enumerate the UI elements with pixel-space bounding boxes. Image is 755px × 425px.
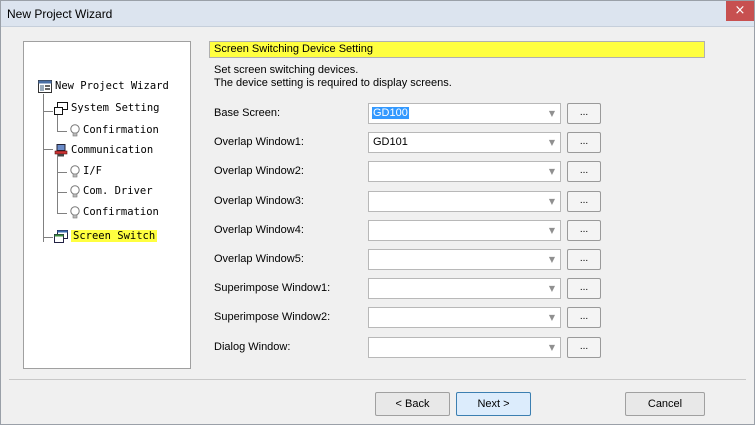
tree-label: I/F	[83, 165, 102, 177]
chevron-down-icon[interactable]: ▼	[549, 167, 555, 176]
device-combobox[interactable]: ▼	[368, 249, 561, 270]
tree-label: System Setting	[71, 102, 160, 114]
wizard-icon	[38, 80, 52, 93]
device-combobox[interactable]: GD101 ▼	[368, 132, 561, 153]
system-setting-icon	[54, 102, 68, 115]
chevron-down-icon[interactable]: ▼	[549, 255, 555, 264]
chevron-down-icon[interactable]: ▼	[549, 138, 555, 147]
combobox-value: GD101	[373, 136, 408, 148]
browse-button[interactable]: ...	[567, 220, 601, 241]
tree-label: Communication	[71, 144, 154, 156]
tree-connector	[43, 149, 53, 150]
close-button[interactable]: ×	[726, 1, 754, 21]
browse-button[interactable]: ...	[567, 249, 601, 270]
tree-connector	[57, 172, 67, 173]
lightbulb-icon	[69, 185, 83, 198]
back-button[interactable]: < Back	[375, 392, 450, 416]
field-label: Overlap Window3:	[214, 195, 304, 207]
tree-label: Screen Switch	[71, 230, 158, 242]
chevron-down-icon[interactable]: ▼	[549, 109, 555, 118]
lightbulb-icon	[69, 165, 83, 178]
tree-label: Com. Driver	[83, 185, 153, 197]
chevron-down-icon[interactable]: ▼	[549, 226, 555, 235]
browse-button[interactable]: ...	[567, 161, 601, 182]
section-description: Set screen switching devices. The device…	[214, 64, 452, 90]
browse-button[interactable]: ...	[567, 278, 601, 299]
field-label: Overlap Window1:	[214, 136, 304, 148]
description-line: Set screen switching devices.	[214, 64, 359, 76]
field-label: Overlap Window4:	[214, 224, 304, 236]
lightbulb-icon	[69, 206, 83, 219]
tree-connector	[57, 131, 67, 132]
field-label: Overlap Window5:	[214, 253, 304, 265]
tree-connector	[57, 192, 67, 193]
device-combobox[interactable]: ▼	[368, 220, 561, 241]
browse-button[interactable]: ...	[567, 103, 601, 124]
tree-label: New Project Wizard	[55, 80, 169, 92]
tree-connector	[57, 154, 58, 213]
field-label: Superimpose Window1:	[214, 282, 331, 294]
next-button[interactable]: Next >	[456, 392, 531, 416]
section-title: Screen Switching Device Setting	[209, 41, 705, 58]
tree-connector	[57, 213, 67, 214]
field-label: Overlap Window2:	[214, 165, 304, 177]
tree-label: Confirmation	[83, 124, 159, 136]
tree-connector	[43, 237, 53, 238]
field-label: Dialog Window:	[214, 341, 291, 353]
title-bar: New Project Wizard ×	[1, 1, 754, 27]
device-combobox[interactable]: ▼	[368, 161, 561, 182]
window-title: New Project Wizard	[7, 7, 113, 21]
tree-label: Confirmation	[83, 206, 159, 218]
device-combobox[interactable]: ▼	[368, 278, 561, 299]
browse-button[interactable]: ...	[567, 307, 601, 328]
communication-icon	[54, 144, 68, 157]
screen-switch-icon	[54, 230, 68, 243]
device-combobox[interactable]: ▼	[368, 191, 561, 212]
combobox-value: GD100	[372, 107, 409, 119]
lightbulb-icon	[69, 124, 83, 137]
chevron-down-icon[interactable]: ▼	[549, 197, 555, 206]
browse-button[interactable]: ...	[567, 337, 601, 358]
tree-connector	[43, 94, 44, 242]
wizard-steps-tree: New Project Wizard System Setting Confir…	[23, 41, 191, 369]
browse-button[interactable]: ...	[567, 132, 601, 153]
device-combobox[interactable]: GD100 ▼	[368, 103, 561, 124]
device-combobox[interactable]: ▼	[368, 307, 561, 328]
chevron-down-icon[interactable]: ▼	[549, 313, 555, 322]
browse-button[interactable]: ...	[567, 191, 601, 212]
chevron-down-icon[interactable]: ▼	[549, 284, 555, 293]
cancel-button[interactable]: Cancel	[625, 392, 705, 416]
device-combobox[interactable]: ▼	[368, 337, 561, 358]
field-label: Base Screen:	[214, 107, 281, 119]
chevron-down-icon[interactable]: ▼	[549, 343, 555, 352]
tree-connector	[43, 111, 53, 112]
field-label: Superimpose Window2:	[214, 311, 331, 323]
description-line: The device setting is required to displa…	[214, 77, 452, 89]
footer-divider	[9, 379, 746, 380]
wizard-window: New Project Wizard × New Project Wizard …	[0, 0, 755, 425]
